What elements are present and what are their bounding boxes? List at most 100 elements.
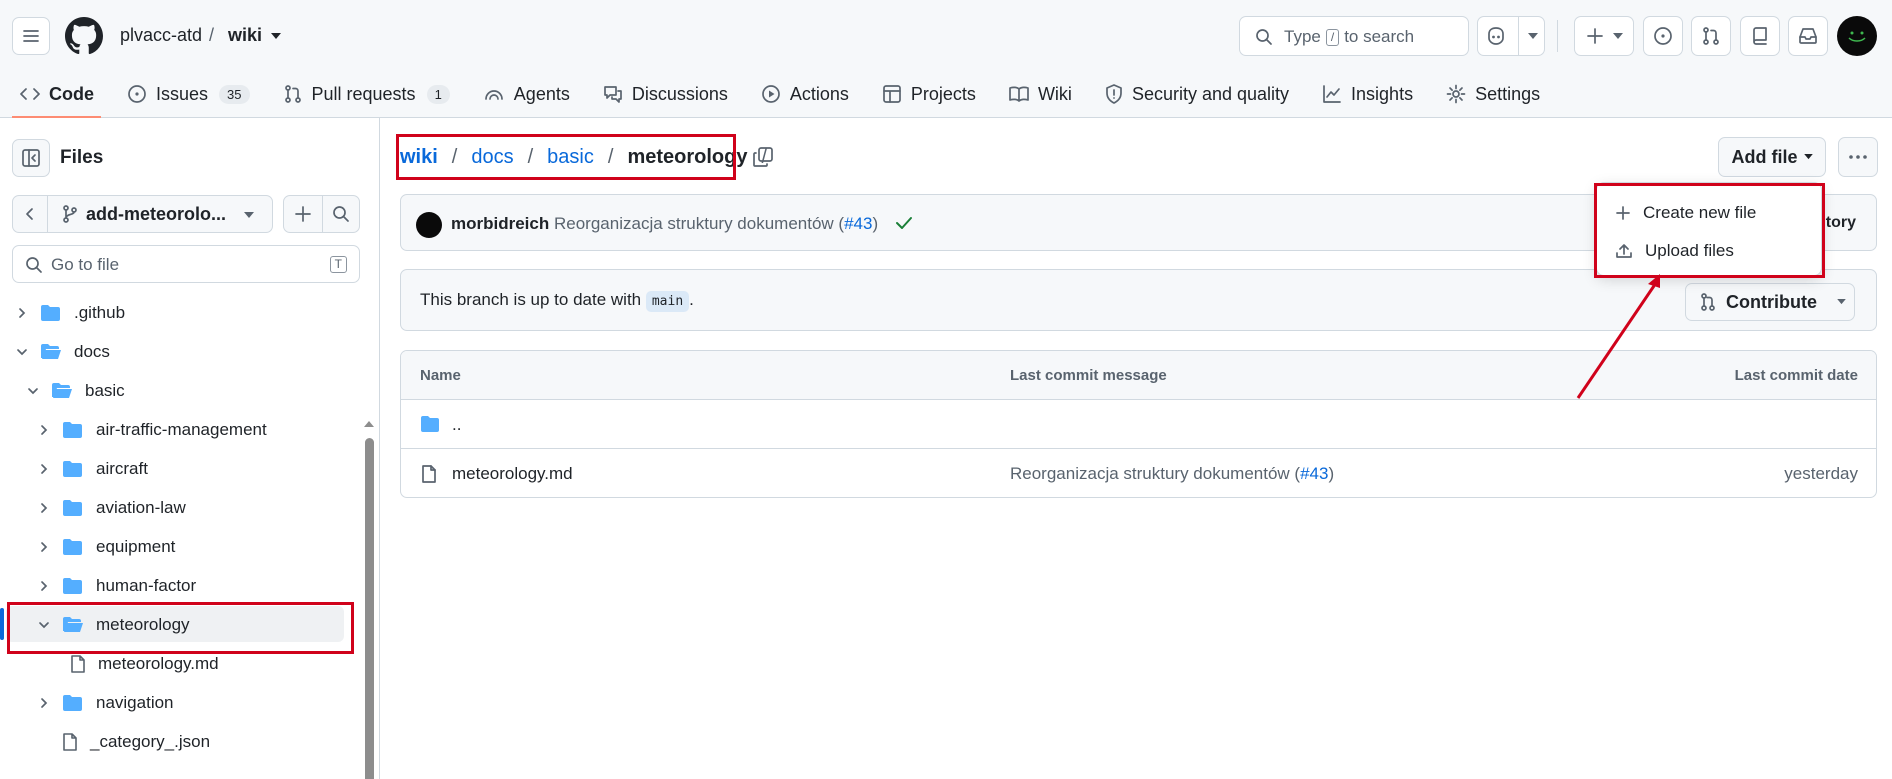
annotation-breadcrumb-box — [396, 134, 736, 180]
tree-folder[interactable]: equipment — [36, 529, 175, 565]
hamburger-icon — [23, 30, 39, 42]
tree-item-label: aviation-law — [96, 498, 186, 517]
chevron-down-icon[interactable] — [25, 385, 41, 397]
contribute-button[interactable]: Contribute — [1685, 283, 1855, 321]
inbox-button[interactable] — [1788, 16, 1828, 56]
history-link[interactable]: tory — [1826, 214, 1856, 232]
branch-selector[interactable]: add-meteorolo... — [47, 195, 273, 233]
sidebar-collapse-icon — [22, 149, 40, 167]
tab-label: Pull requests — [311, 83, 416, 104]
go-to-file-input[interactable]: Go to file T — [12, 245, 360, 283]
menu-button[interactable] — [12, 17, 50, 55]
repo-tabs: Code Issues 35 Pull requests 1 Agents Di… — [0, 76, 1553, 118]
table-row[interactable]: meteorology.md Reorganizacja struktury d… — [401, 449, 1876, 497]
tab-agents[interactable]: Agents — [463, 76, 583, 118]
issues-counter: 35 — [219, 84, 250, 104]
collapse-sidebar-button[interactable] — [12, 139, 50, 177]
search-icon — [333, 206, 349, 222]
chevron-down-icon — [1837, 299, 1846, 305]
chevron-right-icon[interactable] — [36, 580, 52, 592]
discussions-icon — [603, 86, 622, 103]
issues-button[interactable] — [1643, 16, 1683, 56]
folder-icon — [421, 416, 439, 432]
user-avatar[interactable] — [1837, 16, 1877, 56]
tab-actions[interactable]: Actions — [741, 76, 862, 118]
search-files-button[interactable] — [322, 195, 360, 233]
folder-icon — [40, 304, 62, 322]
file-commit-message[interactable]: Reorganizacja struktury dokumentów (#43) — [1010, 464, 1334, 484]
chevron-right-icon[interactable] — [36, 697, 52, 709]
pull-requests-button[interactable] — [1691, 16, 1731, 56]
chevron-down-icon[interactable] — [14, 346, 30, 358]
repo-dropdown-icon[interactable] — [270, 32, 282, 40]
scroll-up-icon[interactable] — [364, 420, 374, 428]
actions-icon — [762, 85, 780, 103]
plus-icon — [1586, 28, 1603, 44]
go-to-file-placeholder: Go to file — [51, 255, 120, 274]
chevron-right-icon[interactable] — [36, 502, 52, 514]
repo-name-link[interactable]: wiki — [228, 25, 262, 46]
commit-message[interactable]: Reorganizacja struktury dokumentów (#43) — [554, 214, 878, 234]
tab-settings[interactable]: Settings — [1426, 76, 1553, 118]
graph-icon — [1323, 85, 1341, 103]
tab-label: Insights — [1351, 83, 1414, 104]
tree-item-label: human-factor — [96, 576, 197, 595]
tab-label: Code — [49, 83, 94, 104]
file-commit-date: yesterday — [1784, 464, 1858, 483]
tab-code[interactable]: Code — [0, 76, 107, 118]
tree-folder[interactable]: .github — [14, 295, 125, 331]
copilot-button[interactable] — [1477, 16, 1545, 56]
tree-folder[interactable]: navigation — [36, 685, 174, 721]
copy-path-icon[interactable] — [752, 146, 774, 168]
repo-icon — [1753, 27, 1767, 45]
chevron-right-icon[interactable] — [36, 541, 52, 553]
tab-security[interactable]: Security and quality — [1085, 76, 1302, 118]
chevron-right-icon[interactable] — [36, 424, 52, 436]
tree-folder[interactable]: basic — [25, 373, 125, 409]
sidebar-scrollbar[interactable] — [365, 438, 374, 779]
search-icon — [26, 257, 42, 273]
issue-icon — [128, 85, 146, 103]
tab-label: Wiki — [1037, 83, 1072, 104]
create-new-button[interactable] — [1574, 16, 1634, 56]
github-logo-icon[interactable] — [65, 17, 103, 55]
tab-label: Projects — [910, 83, 976, 104]
tab-label: Settings — [1475, 83, 1541, 104]
chevron-right-icon[interactable] — [36, 463, 52, 475]
tab-label: Issues — [156, 83, 209, 104]
inbox-icon — [1799, 28, 1817, 44]
commit-author[interactable]: morbidreich — [451, 214, 549, 234]
tab-insights[interactable]: Insights — [1302, 76, 1426, 118]
column-name: Name — [420, 367, 461, 384]
file-name-link[interactable]: meteorology.md — [452, 464, 573, 484]
tab-label: Actions — [789, 83, 849, 104]
tab-pull-requests[interactable]: Pull requests 1 — [263, 76, 463, 118]
annotation-menu-box — [1594, 183, 1825, 278]
go-to-file-shortcut: T — [329, 256, 347, 273]
tab-projects[interactable]: Projects — [862, 76, 989, 118]
tab-wiki[interactable]: Wiki — [989, 76, 1085, 118]
chevron-right-icon[interactable] — [14, 307, 30, 319]
commit-author-avatar[interactable] — [416, 212, 442, 238]
files-title: Files — [60, 147, 104, 168]
agents-icon — [484, 90, 503, 100]
pull-request-icon — [1701, 293, 1715, 311]
parent-directory-link[interactable]: .. — [452, 415, 461, 435]
tab-issues[interactable]: Issues 35 — [107, 76, 263, 118]
tree-folder[interactable]: docs — [14, 334, 110, 370]
more-options-button[interactable] — [1838, 137, 1878, 177]
repositories-button[interactable] — [1740, 16, 1780, 56]
repo-owner-link[interactable]: plvacc-atd — [120, 25, 202, 46]
tree-file[interactable]: _category_.json — [36, 724, 210, 760]
tree-folder[interactable]: aircraft — [36, 451, 148, 487]
tree-folder[interactable]: air-traffic-management — [36, 412, 267, 448]
tab-discussions[interactable]: Discussions — [583, 76, 741, 118]
search-input[interactable]: Type / to search — [1239, 16, 1469, 56]
add-file-dropdown-button[interactable]: Add file — [1718, 137, 1826, 177]
back-button[interactable] — [12, 195, 48, 233]
tree-folder[interactable]: human-factor — [36, 568, 196, 604]
add-file-button[interactable] — [283, 195, 323, 233]
tree-folder[interactable]: aviation-law — [36, 490, 186, 526]
annotation-folder-box — [7, 602, 354, 654]
folder-icon — [62, 421, 84, 439]
